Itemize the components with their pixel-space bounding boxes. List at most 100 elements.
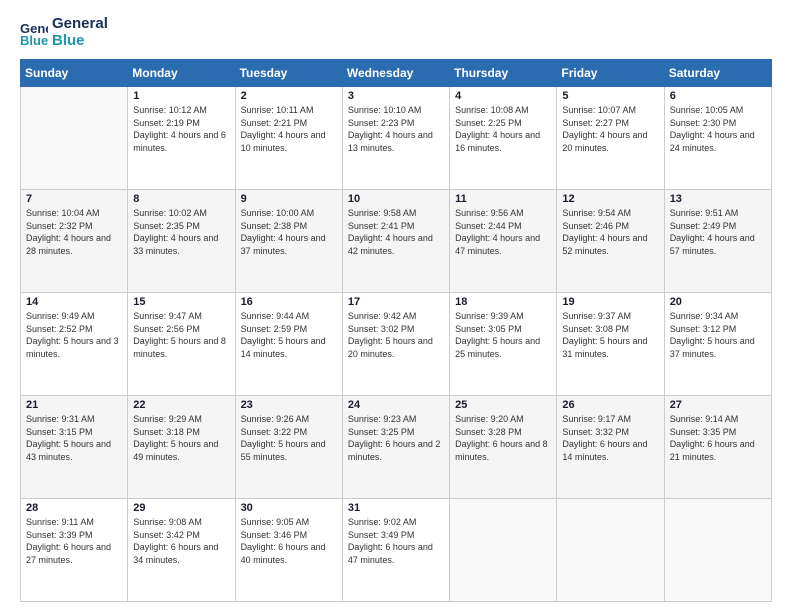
day-number: 21 (26, 399, 122, 411)
day-info: Sunrise: 9:11 AMSunset: 3:39 PMDaylight:… (26, 516, 122, 566)
calendar-cell: 21 Sunrise: 9:31 AMSunset: 3:15 PMDayligh… (21, 396, 128, 499)
day-info: Sunrise: 10:12 AMSunset: 2:19 PMDaylight… (133, 104, 229, 154)
header: General Blue General Blue (20, 16, 772, 49)
day-info: Sunrise: 9:44 AMSunset: 2:59 PMDaylight:… (241, 310, 337, 360)
day-number: 20 (670, 296, 766, 308)
calendar-cell: 22 Sunrise: 9:29 AMSunset: 3:18 PMDayligh… (128, 396, 235, 499)
logo-icon: General Blue (20, 19, 48, 47)
day-info: Sunrise: 9:34 AMSunset: 3:12 PMDaylight:… (670, 310, 766, 360)
calendar-cell: 15Sunrise: 9:47 AMSunset: 2:56 PMDayligh… (128, 293, 235, 396)
day-number: 6 (670, 90, 766, 102)
day-info: Sunrise: 10:08 AMSunset: 2:25 PMDaylight… (455, 104, 551, 154)
day-number: 24 (348, 399, 444, 411)
day-info: Sunrise: 9:47 AMSunset: 2:56 PMDaylight:… (133, 310, 229, 360)
col-header-monday: Monday (128, 60, 235, 87)
day-number: 4 (455, 90, 551, 102)
calendar-cell: 9 Sunrise: 10:00 AMSunset: 2:38 PMDayligh… (235, 190, 342, 293)
day-number: 27 (670, 399, 766, 411)
day-number: 3 (348, 90, 444, 102)
calendar-cell: 5Sunrise: 10:07 AMSunset: 2:27 PMDayligh… (557, 87, 664, 190)
day-info: Sunrise: 9:58 AMSunset: 2:41 PMDaylight:… (348, 207, 444, 257)
day-number: 9 (241, 193, 337, 205)
day-number: 18 (455, 296, 551, 308)
logo-general: General (52, 16, 108, 33)
day-number: 11 (455, 193, 551, 205)
logo-blue: Blue (52, 33, 108, 50)
day-info: Sunrise: 9:51 AMSunset: 2:49 PMDaylight:… (670, 207, 766, 257)
calendar-cell: 4 Sunrise: 10:08 AMSunset: 2:25 PMDayligh… (450, 87, 557, 190)
calendar-cell: 14 Sunrise: 9:49 AMSunset: 2:52 PMDayligh… (21, 293, 128, 396)
calendar-cell: 8 Sunrise: 10:02 AMSunset: 2:35 PMDayligh… (128, 190, 235, 293)
day-info: Sunrise: 9:56 AMSunset: 2:44 PMDaylight:… (455, 207, 551, 257)
calendar-body: 1 Sunrise: 10:12 AMSunset: 2:19 PMDayligh… (21, 87, 772, 602)
week-row-2: 7 Sunrise: 10:04 AMSunset: 2:32 PMDayligh… (21, 190, 772, 293)
day-number: 10 (348, 193, 444, 205)
day-number: 14 (26, 296, 122, 308)
calendar-cell: 29 Sunrise: 9:08 AMSunset: 3:42 PMDayligh… (128, 499, 235, 602)
col-header-tuesday: Tuesday (235, 60, 342, 87)
day-number: 19 (562, 296, 658, 308)
day-number: 5 (562, 90, 658, 102)
calendar-cell: 16Sunrise: 9:44 AMSunset: 2:59 PMDayligh… (235, 293, 342, 396)
week-row-1: 1 Sunrise: 10:12 AMSunset: 2:19 PMDayligh… (21, 87, 772, 190)
day-info: Sunrise: 9:20 AMSunset: 3:28 PMDaylight:… (455, 413, 551, 463)
day-number: 8 (133, 193, 229, 205)
calendar-cell: 24 Sunrise: 9:23 AMSunset: 3:25 PMDayligh… (342, 396, 449, 499)
day-info: Sunrise: 9:54 AMSunset: 2:46 PMDaylight:… (562, 207, 658, 257)
calendar-cell: 19Sunrise: 9:37 AMSunset: 3:08 PMDayligh… (557, 293, 664, 396)
calendar-table: SundayMondayTuesdayWednesdayThursdayFrid… (20, 59, 772, 602)
day-info: Sunrise: 9:39 AMSunset: 3:05 PMDaylight:… (455, 310, 551, 360)
calendar-cell: 17Sunrise: 9:42 AMSunset: 3:02 PMDayligh… (342, 293, 449, 396)
day-number: 26 (562, 399, 658, 411)
day-number: 2 (241, 90, 337, 102)
day-number: 25 (455, 399, 551, 411)
day-info: Sunrise: 9:49 AMSunset: 2:52 PMDaylight:… (26, 310, 122, 360)
col-header-friday: Friday (557, 60, 664, 87)
calendar-cell: 7 Sunrise: 10:04 AMSunset: 2:32 PMDayligh… (21, 190, 128, 293)
calendar-cell (664, 499, 771, 602)
day-number: 13 (670, 193, 766, 205)
calendar-cell: 28Sunrise: 9:11 AMSunset: 3:39 PMDayligh… (21, 499, 128, 602)
day-info: Sunrise: 10:00 AMSunset: 2:38 PMDaylight… (241, 207, 337, 257)
day-number: 1 (133, 90, 229, 102)
calendar-page: General Blue General Blue SundayMondayTu… (0, 0, 792, 612)
calendar-cell: 27 Sunrise: 9:14 AMSunset: 3:35 PMDayligh… (664, 396, 771, 499)
col-header-sunday: Sunday (21, 60, 128, 87)
day-info: Sunrise: 10:02 AMSunset: 2:35 PMDaylight… (133, 207, 229, 257)
calendar-cell: 20 Sunrise: 9:34 AMSunset: 3:12 PMDayligh… (664, 293, 771, 396)
calendar-cell: 3 Sunrise: 10:10 AMSunset: 2:23 PMDayligh… (342, 87, 449, 190)
week-row-3: 14 Sunrise: 9:49 AMSunset: 2:52 PMDayligh… (21, 293, 772, 396)
svg-text:Blue: Blue (20, 33, 48, 47)
calendar-cell (450, 499, 557, 602)
col-header-saturday: Saturday (664, 60, 771, 87)
day-info: Sunrise: 10:11 AMSunset: 2:21 PMDaylight… (241, 104, 337, 154)
calendar-cell: 2 Sunrise: 10:11 AMSunset: 2:21 PMDayligh… (235, 87, 342, 190)
day-info: Sunrise: 9:02 AMSunset: 3:49 PMDaylight:… (348, 516, 444, 566)
day-info: Sunrise: 9:26 AMSunset: 3:22 PMDaylight:… (241, 413, 337, 463)
week-row-5: 28Sunrise: 9:11 AMSunset: 3:39 PMDayligh… (21, 499, 772, 602)
calendar-cell: 25 Sunrise: 9:20 AMSunset: 3:28 PMDayligh… (450, 396, 557, 499)
day-number: 7 (26, 193, 122, 205)
day-number: 29 (133, 502, 229, 514)
day-info: Sunrise: 9:08 AMSunset: 3:42 PMDaylight:… (133, 516, 229, 566)
day-info: Sunrise: 9:29 AMSunset: 3:18 PMDaylight:… (133, 413, 229, 463)
day-number: 31 (348, 502, 444, 514)
calendar-cell: 26Sunrise: 9:17 AMSunset: 3:32 PMDayligh… (557, 396, 664, 499)
col-header-wednesday: Wednesday (342, 60, 449, 87)
calendar-cell: 30Sunrise: 9:05 AMSunset: 3:46 PMDayligh… (235, 499, 342, 602)
day-info: Sunrise: 10:10 AMSunset: 2:23 PMDaylight… (348, 104, 444, 154)
calendar-cell: 23Sunrise: 9:26 AMSunset: 3:22 PMDayligh… (235, 396, 342, 499)
day-info: Sunrise: 9:23 AMSunset: 3:25 PMDaylight:… (348, 413, 444, 463)
day-info: Sunrise: 9:14 AMSunset: 3:35 PMDaylight:… (670, 413, 766, 463)
calendar-cell (557, 499, 664, 602)
day-info: Sunrise: 10:04 AMSunset: 2:32 PMDaylight… (26, 207, 122, 257)
calendar-cell: 13 Sunrise: 9:51 AMSunset: 2:49 PMDayligh… (664, 190, 771, 293)
day-info: Sunrise: 9:31 AMSunset: 3:15 PMDaylight:… (26, 413, 122, 463)
day-info: Sunrise: 9:42 AMSunset: 3:02 PMDaylight:… (348, 310, 444, 360)
calendar-cell: 10 Sunrise: 9:58 AMSunset: 2:41 PMDayligh… (342, 190, 449, 293)
day-number: 22 (133, 399, 229, 411)
calendar-cell: 1 Sunrise: 10:12 AMSunset: 2:19 PMDayligh… (128, 87, 235, 190)
col-header-thursday: Thursday (450, 60, 557, 87)
day-number: 30 (241, 502, 337, 514)
logo: General Blue General Blue (20, 16, 108, 49)
